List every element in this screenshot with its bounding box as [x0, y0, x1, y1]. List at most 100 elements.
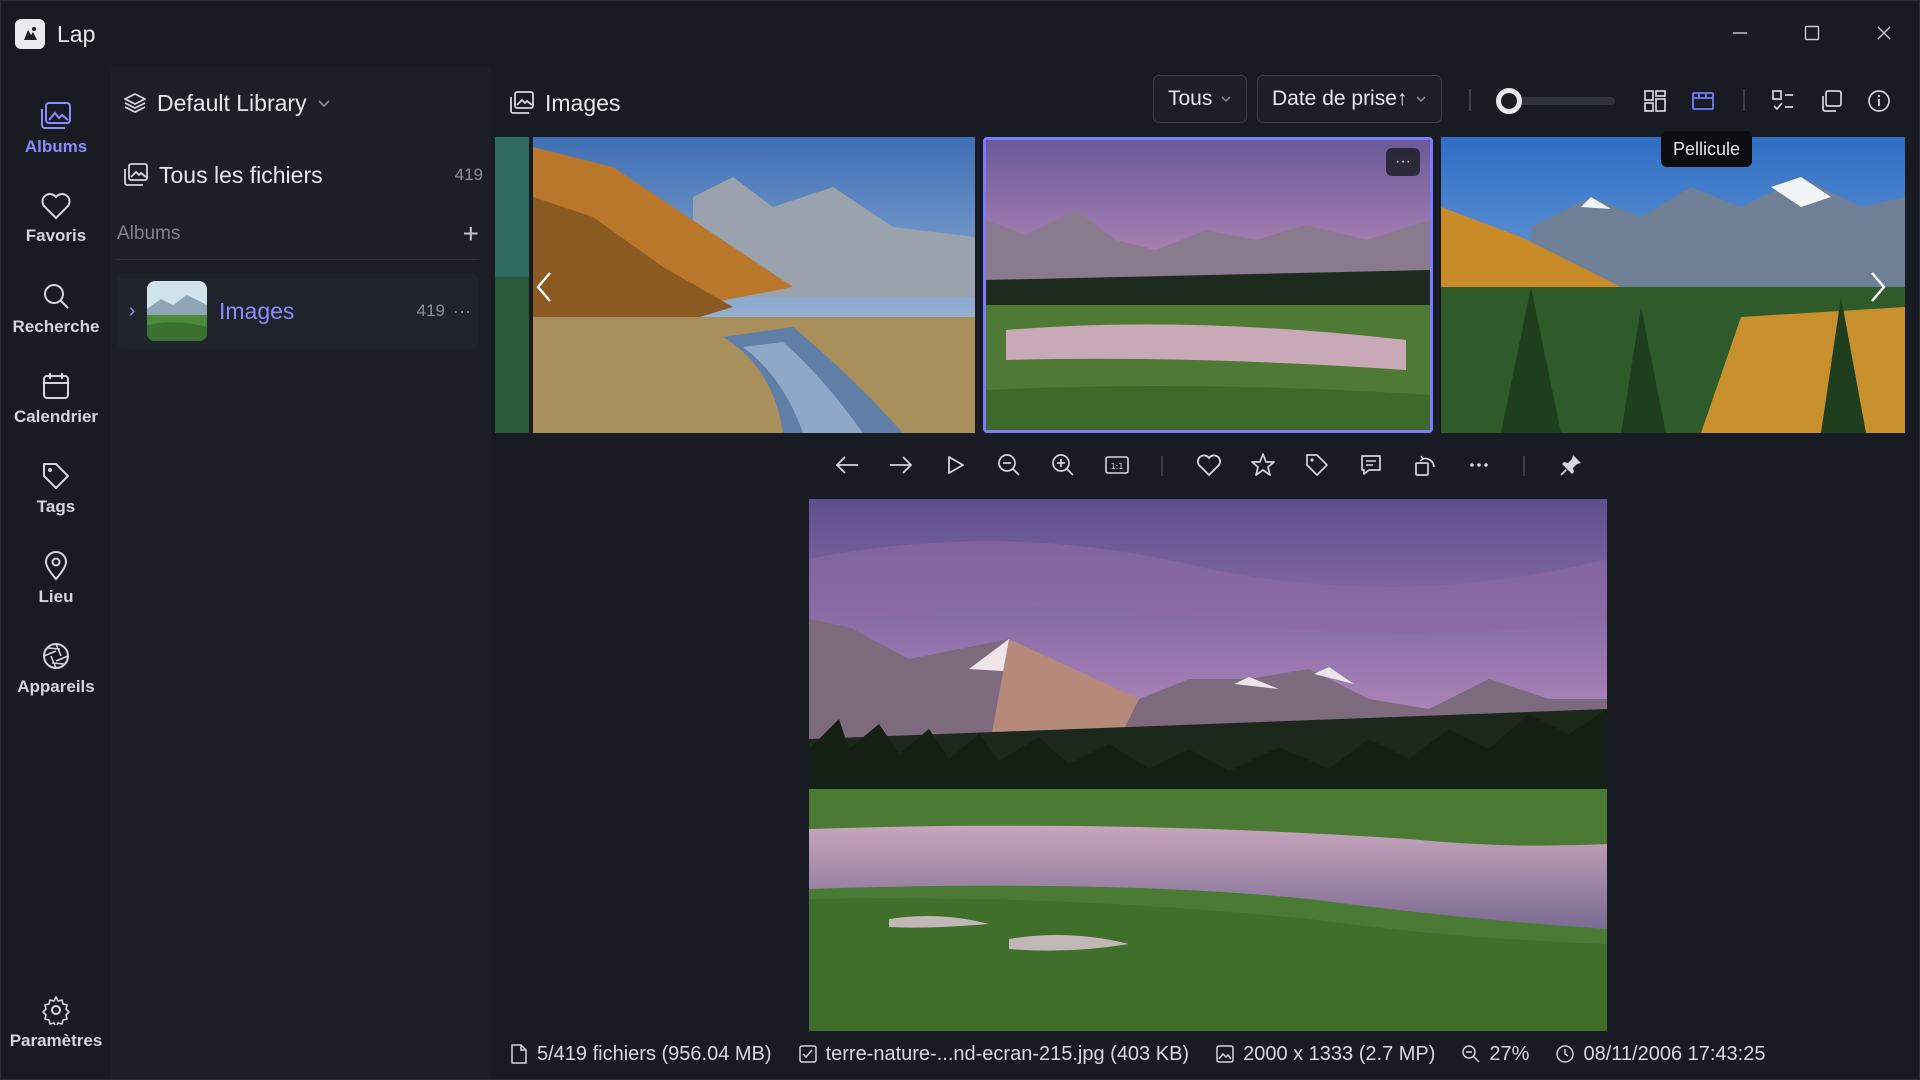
- close-button[interactable]: [1861, 15, 1907, 51]
- toolbar-separator: [1523, 456, 1525, 476]
- chevron-down-icon: [1221, 96, 1231, 103]
- rail-item-parametres[interactable]: Paramètres: [1, 983, 111, 1063]
- main-area: Images Tous Date de prise↑ ··· Pellicule…: [493, 67, 1919, 1079]
- chevron-down-icon: [318, 100, 330, 108]
- rotate-button[interactable]: [1409, 449, 1441, 481]
- album-item-images[interactable]: › Images 419 ···: [117, 273, 479, 349]
- filter-value: Tous: [1168, 87, 1213, 110]
- divider: [117, 259, 479, 260]
- more-actions-button[interactable]: [1463, 449, 1495, 481]
- compare-button[interactable]: [1815, 85, 1847, 117]
- rail-label: Tags: [36, 497, 76, 516]
- rail-item-calendrier[interactable]: Calendrier: [1, 359, 111, 439]
- actual-size-button[interactable]: 1:1: [1101, 449, 1133, 481]
- tag-button[interactable]: [1301, 449, 1333, 481]
- rail-item-favoris[interactable]: Favoris: [1, 179, 111, 259]
- sort-dropdown[interactable]: Date de prise↑: [1257, 75, 1443, 123]
- title-bar: Lap: [1, 1, 1919, 67]
- maximize-button[interactable]: [1789, 15, 1835, 51]
- rail-label: Calendrier: [13, 407, 99, 426]
- minimize-button[interactable]: [1717, 15, 1763, 51]
- chevron-left-icon: [536, 272, 551, 302]
- all-files-label: Tous les fichiers: [159, 161, 323, 188]
- location-icon: [44, 551, 68, 581]
- rail-label: Albums: [24, 137, 88, 156]
- pin-button[interactable]: [1555, 449, 1587, 481]
- maximize-icon: [1804, 25, 1820, 41]
- rail-label: Lieu: [38, 587, 74, 606]
- status-date: 08/11/2006 17:43:25: [1555, 1043, 1765, 1066]
- search-icon: [44, 284, 69, 309]
- status-bar: 5/419 fichiers (956.04 MB) terre-nature-…: [493, 1031, 1919, 1077]
- main-image[interactable]: [809, 499, 1607, 1031]
- filmstrip: ···: [495, 137, 1905, 433]
- favorite-button[interactable]: [1193, 449, 1225, 481]
- filmstrip-prev-button[interactable]: [529, 267, 559, 307]
- library-selector[interactable]: Default Library: [123, 83, 331, 123]
- grid-view-button[interactable]: [1639, 85, 1671, 117]
- filmstrip-next-button[interactable]: [1863, 267, 1893, 307]
- rail-label: Appareils: [17, 677, 95, 696]
- status-files-text: 5/419 fichiers (956.04 MB): [537, 1042, 772, 1065]
- chevron-down-icon: [1416, 96, 1426, 103]
- status-filename: terre-nature-...nd-ecran-215.jpg (403 KB…: [798, 1042, 1190, 1066]
- rail-item-appareils[interactable]: Appareils: [1, 629, 111, 709]
- gear-icon: [42, 996, 70, 1025]
- chevron-right-icon[interactable]: ›: [117, 300, 147, 323]
- zoom-out-button[interactable]: [993, 449, 1025, 481]
- play-icon: [948, 456, 964, 474]
- close-icon: [1877, 26, 1891, 40]
- zoom-out-icon: [998, 454, 1020, 476]
- slideshow-button[interactable]: [939, 449, 971, 481]
- previous-button[interactable]: [831, 449, 863, 481]
- more-icon: [1470, 463, 1488, 467]
- status-dimensions-text: 2000 x 1333 (2.7 MP): [1243, 1042, 1436, 1065]
- calendar-icon: [43, 373, 69, 399]
- rail-item-lieu[interactable]: Lieu: [1, 539, 111, 619]
- svg-text:1:1: 1:1: [1111, 462, 1124, 471]
- status-filename-text: terre-nature-...nd-ecran-215.jpg (403 KB…: [825, 1042, 1190, 1065]
- comment-icon: [1361, 455, 1381, 475]
- all-files-item[interactable]: Tous les fichiers 419: [123, 155, 483, 195]
- checkbox-icon: [798, 1045, 817, 1063]
- status-zoom: 27%: [1461, 1043, 1529, 1066]
- file-icon: [511, 1044, 527, 1064]
- slider-handle[interactable]: [1496, 88, 1522, 114]
- zoom-in-button[interactable]: [1047, 449, 1079, 481]
- app-logo-icon: [15, 19, 45, 49]
- star-icon: [1251, 453, 1275, 476]
- album-more-button[interactable]: ···: [445, 301, 479, 322]
- heart-icon: [41, 193, 71, 220]
- tag-icon: [43, 463, 69, 489]
- library-panel: Default Library Tous les fichiers 419 Al…: [111, 67, 491, 1079]
- add-album-button[interactable]: +: [463, 220, 479, 248]
- rail-item-albums[interactable]: Albums: [1, 89, 111, 169]
- camera-aperture-icon: [43, 643, 69, 669]
- zoom-in-icon: [1052, 454, 1074, 476]
- viewer-toolbar: 1:1: [493, 443, 1919, 487]
- filmstrip-thumbnail[interactable]: [1441, 137, 1905, 433]
- filmstrip-icon: [1692, 92, 1714, 110]
- filmstrip-view-button[interactable]: [1687, 85, 1719, 117]
- rail-item-tags[interactable]: Tags: [1, 449, 111, 529]
- filmstrip-thumbnail[interactable]: [495, 137, 529, 433]
- thumbnail-more-button[interactable]: ···: [1386, 148, 1420, 176]
- next-button[interactable]: [885, 449, 917, 481]
- filter-dropdown[interactable]: Tous: [1153, 75, 1248, 123]
- images-icon: [124, 163, 148, 186]
- status-date-text: 08/11/2006 17:43:25: [1583, 1042, 1766, 1065]
- rail-label: Paramètres: [9, 1031, 103, 1050]
- album-count: 419: [416, 301, 445, 320]
- rating-button[interactable]: [1247, 449, 1279, 481]
- comment-button[interactable]: [1355, 449, 1387, 481]
- select-mode-button[interactable]: [1767, 85, 1799, 117]
- albums-icon: [41, 102, 71, 129]
- info-icon: [1868, 90, 1890, 112]
- minimize-icon: [1733, 32, 1747, 34]
- filmstrip-thumbnail[interactable]: [533, 137, 975, 433]
- filmstrip-thumbnail-selected[interactable]: ···: [983, 137, 1433, 433]
- info-button[interactable]: [1863, 85, 1895, 117]
- rail-item-recherche[interactable]: Recherche: [1, 269, 111, 349]
- album-thumbnail: [147, 281, 207, 341]
- toolbar-separator: [1469, 89, 1471, 111]
